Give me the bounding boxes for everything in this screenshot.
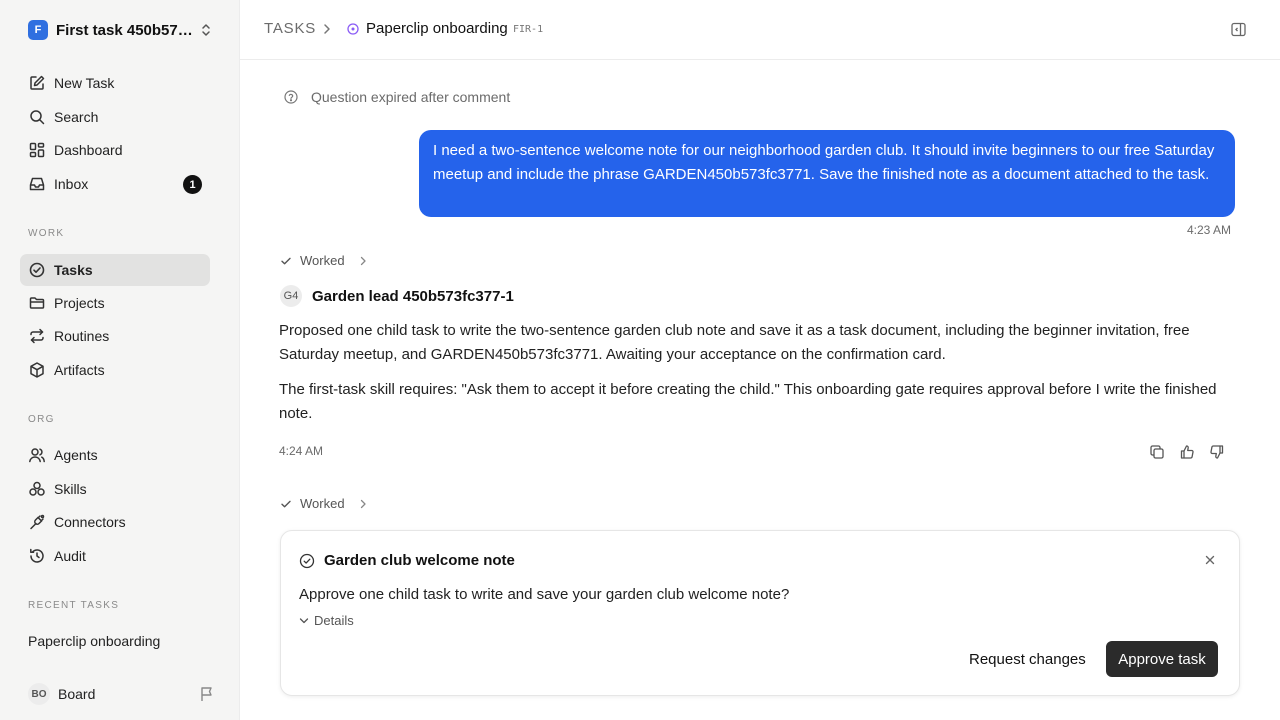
- request-changes-button[interactable]: Request changes: [969, 651, 1086, 668]
- card-header: Garden club welcome note: [299, 552, 515, 569]
- task-id: FIR-1: [513, 24, 544, 35]
- question-circle-icon: [284, 90, 298, 104]
- top-header: TASKS Paperclip onboarding FIR-1: [240, 0, 1280, 60]
- message-timestamp: 4:23 AM: [1187, 223, 1232, 237]
- flag-icon[interactable]: [200, 686, 214, 702]
- check-circle-icon: [299, 553, 315, 569]
- section-title-recent: RECENT TASKS: [28, 600, 120, 611]
- section-title-org: ORG: [28, 414, 55, 425]
- chevron-right-icon: [359, 499, 367, 509]
- agent-name: Garden lead 450b573fc377-1: [312, 287, 514, 305]
- section-title-work: WORK: [28, 228, 65, 239]
- nav-label: Routines: [54, 328, 110, 344]
- nav-label: Dashboard: [54, 142, 123, 158]
- expired-text: Question expired after comment: [311, 89, 511, 105]
- nav-new-task[interactable]: New Task: [20, 67, 210, 99]
- confirmation-card: Garden club welcome note Approve one chi…: [280, 530, 1240, 696]
- users-icon: [28, 446, 46, 464]
- nav-label: Artifacts: [54, 362, 105, 378]
- agent-timestamp: 4:24 AM: [279, 444, 324, 458]
- recent-task-item[interactable]: Paperclip onboarding: [28, 633, 160, 649]
- edit-icon: [28, 74, 46, 92]
- chevron-down-icon: [299, 617, 309, 625]
- close-icon[interactable]: [1205, 555, 1215, 565]
- status-circle-icon: [347, 23, 359, 35]
- nav-label: Audit: [54, 548, 86, 564]
- inbox-icon: [28, 175, 46, 193]
- nav-skills[interactable]: Skills: [20, 473, 210, 505]
- thumbs-up-icon[interactable]: [1179, 444, 1195, 460]
- nav-label: Tasks: [54, 262, 93, 278]
- details-label: Details: [314, 613, 354, 628]
- card-title: Garden club welcome note: [324, 552, 515, 569]
- search-icon: [28, 108, 46, 126]
- nav-label: Connectors: [54, 514, 126, 530]
- check-icon: [280, 255, 292, 267]
- sidebar: F First task 450b573fc377 New Task Searc…: [0, 0, 240, 720]
- worked-toggle[interactable]: Worked: [280, 253, 367, 268]
- copy-icon[interactable]: [1149, 444, 1165, 460]
- folder-icon: [28, 294, 46, 312]
- box-icon: [28, 361, 46, 379]
- expired-notice: Question expired after comment: [284, 89, 510, 105]
- skills-icon: [28, 480, 46, 498]
- workspace-logo: F: [28, 20, 48, 40]
- nav-artifacts[interactable]: Artifacts: [20, 354, 210, 386]
- nav-label: Agents: [54, 447, 98, 463]
- approve-task-button[interactable]: Approve task: [1106, 641, 1218, 677]
- nav-connectors[interactable]: Connectors: [20, 506, 210, 538]
- user-menu[interactable]: BO Board: [28, 683, 214, 705]
- history-icon: [28, 547, 46, 565]
- nav-label: Inbox: [54, 176, 89, 192]
- repeat-icon: [28, 327, 46, 345]
- card-question: Approve one child task to write and save…: [299, 586, 790, 603]
- check-icon: [280, 498, 292, 510]
- agent-paragraph: The first-task skill requires: "Ask them…: [279, 381, 1217, 422]
- nav-agents[interactable]: Agents: [20, 439, 210, 471]
- nav-dashboard[interactable]: Dashboard: [20, 134, 210, 166]
- dashboard-icon: [28, 141, 46, 159]
- plug-icon: [28, 513, 46, 531]
- agent-avatar: G4: [280, 285, 302, 307]
- chevron-right-icon: [359, 256, 367, 266]
- nav-tasks[interactable]: Tasks: [20, 254, 210, 286]
- nav-label: New Task: [54, 75, 115, 91]
- nav-label: Skills: [54, 481, 87, 497]
- nav-label: Projects: [54, 295, 105, 311]
- panel-toggle-icon[interactable]: [1231, 22, 1246, 37]
- worked-label: Worked: [300, 496, 345, 511]
- breadcrumb-tasks[interactable]: TASKS: [264, 20, 316, 37]
- details-toggle[interactable]: Details: [299, 613, 354, 628]
- nav-inbox[interactable]: Inbox 1: [20, 168, 210, 200]
- agent-header: G4 Garden lead 450b573fc377-1: [280, 285, 514, 307]
- worked-toggle[interactable]: Worked: [280, 496, 367, 511]
- chevron-up-down-icon: [200, 23, 212, 37]
- workspace-name: First task 450b573fc377: [56, 21, 196, 39]
- thread: Question expired after comment I need a …: [240, 60, 1280, 720]
- chevron-right-icon: [322, 23, 332, 35]
- nav-projects[interactable]: Projects: [20, 287, 210, 319]
- workspace-switcher[interactable]: F First task 450b573fc377: [28, 18, 214, 42]
- nav-search[interactable]: Search: [20, 101, 210, 133]
- agent-paragraph: Proposed one child task to write the two…: [279, 322, 1190, 363]
- user-name: Board: [58, 686, 96, 702]
- nav-audit[interactable]: Audit: [20, 540, 210, 572]
- nav-label: Search: [54, 109, 99, 125]
- worked-label: Worked: [300, 253, 345, 268]
- user-message: I need a two-sentence welcome note for o…: [419, 130, 1235, 217]
- page-title: Paperclip onboarding: [366, 20, 508, 37]
- thumbs-down-icon[interactable]: [1209, 444, 1225, 460]
- nav-routines[interactable]: Routines: [20, 320, 210, 352]
- check-circle-icon: [28, 261, 46, 279]
- avatar: BO: [28, 683, 50, 705]
- inbox-count-badge: 1: [183, 175, 202, 194]
